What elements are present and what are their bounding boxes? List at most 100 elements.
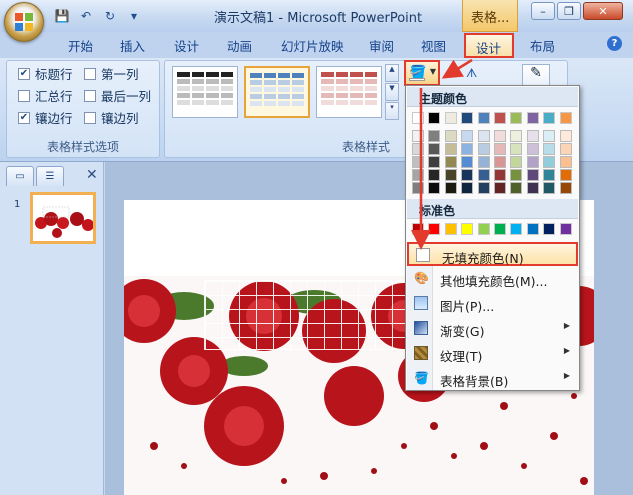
table-style-swatch-red[interactable]: [316, 66, 382, 118]
theme-color-shade[interactable]: [444, 182, 457, 194]
theme-color-shade[interactable]: [526, 156, 539, 168]
theme-color-shade[interactable]: [494, 156, 506, 168]
standard-color-swatch[interactable]: [494, 223, 506, 235]
theme-color-shade[interactable]: [543, 130, 556, 142]
theme-color-shade[interactable]: [510, 130, 523, 142]
theme-color-shade[interactable]: [444, 130, 457, 142]
standard-color-swatch[interactable]: [477, 223, 490, 235]
theme-color-shade[interactable]: [461, 130, 474, 142]
theme-color-shade[interactable]: [543, 143, 556, 155]
theme-color-shade[interactable]: [412, 143, 424, 155]
theme-color-shade[interactable]: [494, 169, 506, 181]
save-icon[interactable]: 💾: [52, 7, 72, 25]
theme-color-swatch[interactable]: [428, 112, 441, 124]
theme-color-shade[interactable]: [510, 182, 523, 194]
theme-color-shade[interactable]: [559, 182, 572, 194]
theme-color-swatch[interactable]: [444, 112, 457, 124]
scroll-down-icon[interactable]: ▼: [385, 83, 399, 101]
standard-color-swatch[interactable]: [428, 223, 441, 235]
theme-color-shade[interactable]: [477, 156, 490, 168]
theme-color-swatch[interactable]: [494, 112, 506, 124]
slides-tab[interactable]: ▭: [6, 166, 34, 186]
theme-color-shade[interactable]: [412, 182, 424, 194]
standard-color-swatch[interactable]: [412, 223, 424, 235]
theme-color-swatch[interactable]: [477, 112, 490, 124]
theme-color-shade[interactable]: [526, 169, 539, 181]
theme-color-shade[interactable]: [559, 169, 572, 181]
table-background-item[interactable]: 🪣 表格背景(B) ▶: [407, 367, 578, 391]
theme-color-swatch[interactable]: [412, 112, 424, 124]
theme-color-swatch[interactable]: [559, 112, 572, 124]
theme-color-shade[interactable]: [559, 156, 572, 168]
theme-color-shade[interactable]: [510, 156, 523, 168]
gallery-more-icon[interactable]: ▾: [385, 102, 399, 120]
theme-color-shade[interactable]: [428, 143, 441, 155]
total-row-checkbox[interactable]: 汇总行: [18, 86, 73, 105]
theme-color-shade[interactable]: [461, 143, 474, 155]
redo-icon[interactable]: ↻: [100, 7, 120, 25]
close-button[interactable]: ✕: [583, 2, 623, 20]
theme-color-shade[interactable]: [543, 156, 556, 168]
theme-color-shade[interactable]: [461, 156, 474, 168]
standard-color-swatch[interactable]: [526, 223, 539, 235]
scroll-up-icon[interactable]: ▲: [385, 64, 399, 82]
last-column-checkbox[interactable]: 最后一列: [84, 86, 151, 105]
first-column-checkbox[interactable]: 第一列: [84, 64, 139, 83]
gallery-scroll[interactable]: ▲ ▼ ▾: [385, 64, 399, 120]
minimize-button[interactable]: –: [531, 2, 555, 20]
theme-color-shade[interactable]: [494, 130, 506, 142]
checkbox[interactable]: ✔: [18, 111, 30, 124]
standard-color-swatch[interactable]: [559, 223, 572, 235]
standard-color-swatch[interactable]: [461, 223, 474, 235]
theme-color-swatch[interactable]: [526, 112, 539, 124]
checkbox[interactable]: ✔: [18, 67, 30, 80]
tab-slideshow[interactable]: 幻灯片放映: [281, 36, 344, 55]
theme-color-shade[interactable]: [526, 130, 539, 142]
banded-columns-checkbox[interactable]: 镶边列: [84, 108, 139, 127]
no-fill-item[interactable]: 无填充颜色(N): [407, 242, 578, 266]
standard-color-swatch[interactable]: [543, 223, 556, 235]
theme-color-shade[interactable]: [477, 130, 490, 142]
header-row-checkbox[interactable]: ✔ 标题行: [18, 64, 73, 83]
theme-color-shade[interactable]: [477, 143, 490, 155]
checkbox[interactable]: [84, 89, 96, 102]
theme-color-shade[interactable]: [477, 169, 490, 181]
theme-color-swatch[interactable]: [543, 112, 556, 124]
theme-color-swatch[interactable]: [510, 112, 523, 124]
theme-color-shade[interactable]: [412, 169, 424, 181]
theme-color-shade[interactable]: [461, 182, 474, 194]
theme-color-shade[interactable]: [428, 182, 441, 194]
outline-tab[interactable]: ☰: [36, 166, 64, 186]
tab-view[interactable]: 视图: [421, 36, 446, 55]
theme-color-shade[interactable]: [494, 182, 506, 194]
checkbox[interactable]: [84, 67, 96, 80]
tab-review[interactable]: 审阅: [369, 36, 394, 55]
slide-thumbnail[interactable]: [30, 192, 96, 244]
theme-color-shade[interactable]: [444, 143, 457, 155]
picture-fill-item[interactable]: 图片(P)...: [407, 292, 578, 316]
theme-color-shade[interactable]: [428, 156, 441, 168]
customize-icon[interactable]: ▾: [124, 7, 144, 25]
table-style-swatch-blue[interactable]: [244, 66, 310, 118]
theme-color-shade[interactable]: [526, 182, 539, 194]
standard-color-swatch[interactable]: [510, 223, 523, 235]
theme-color-shade[interactable]: [510, 169, 523, 181]
office-button[interactable]: [4, 2, 44, 42]
theme-color-shade[interactable]: [444, 169, 457, 181]
tab-layout[interactable]: 布局: [530, 36, 555, 55]
standard-color-swatch[interactable]: [444, 223, 457, 235]
shading-button[interactable]: 🪣 ▼: [404, 60, 440, 86]
tab-table-design[interactable]: 设计: [464, 33, 514, 58]
table-style-swatch-dark[interactable]: [172, 66, 238, 118]
theme-color-shade[interactable]: [526, 143, 539, 155]
theme-color-shade[interactable]: [412, 130, 424, 142]
checkbox[interactable]: [18, 89, 30, 102]
undo-icon[interactable]: ↶: [76, 7, 96, 25]
theme-color-shade[interactable]: [510, 143, 523, 155]
theme-color-shade[interactable]: [444, 156, 457, 168]
theme-color-shade[interactable]: [559, 143, 572, 155]
theme-color-shade[interactable]: [543, 182, 556, 194]
help-icon[interactable]: ?: [607, 36, 622, 51]
tab-home[interactable]: 开始: [68, 36, 93, 55]
theme-color-swatch[interactable]: [461, 112, 474, 124]
